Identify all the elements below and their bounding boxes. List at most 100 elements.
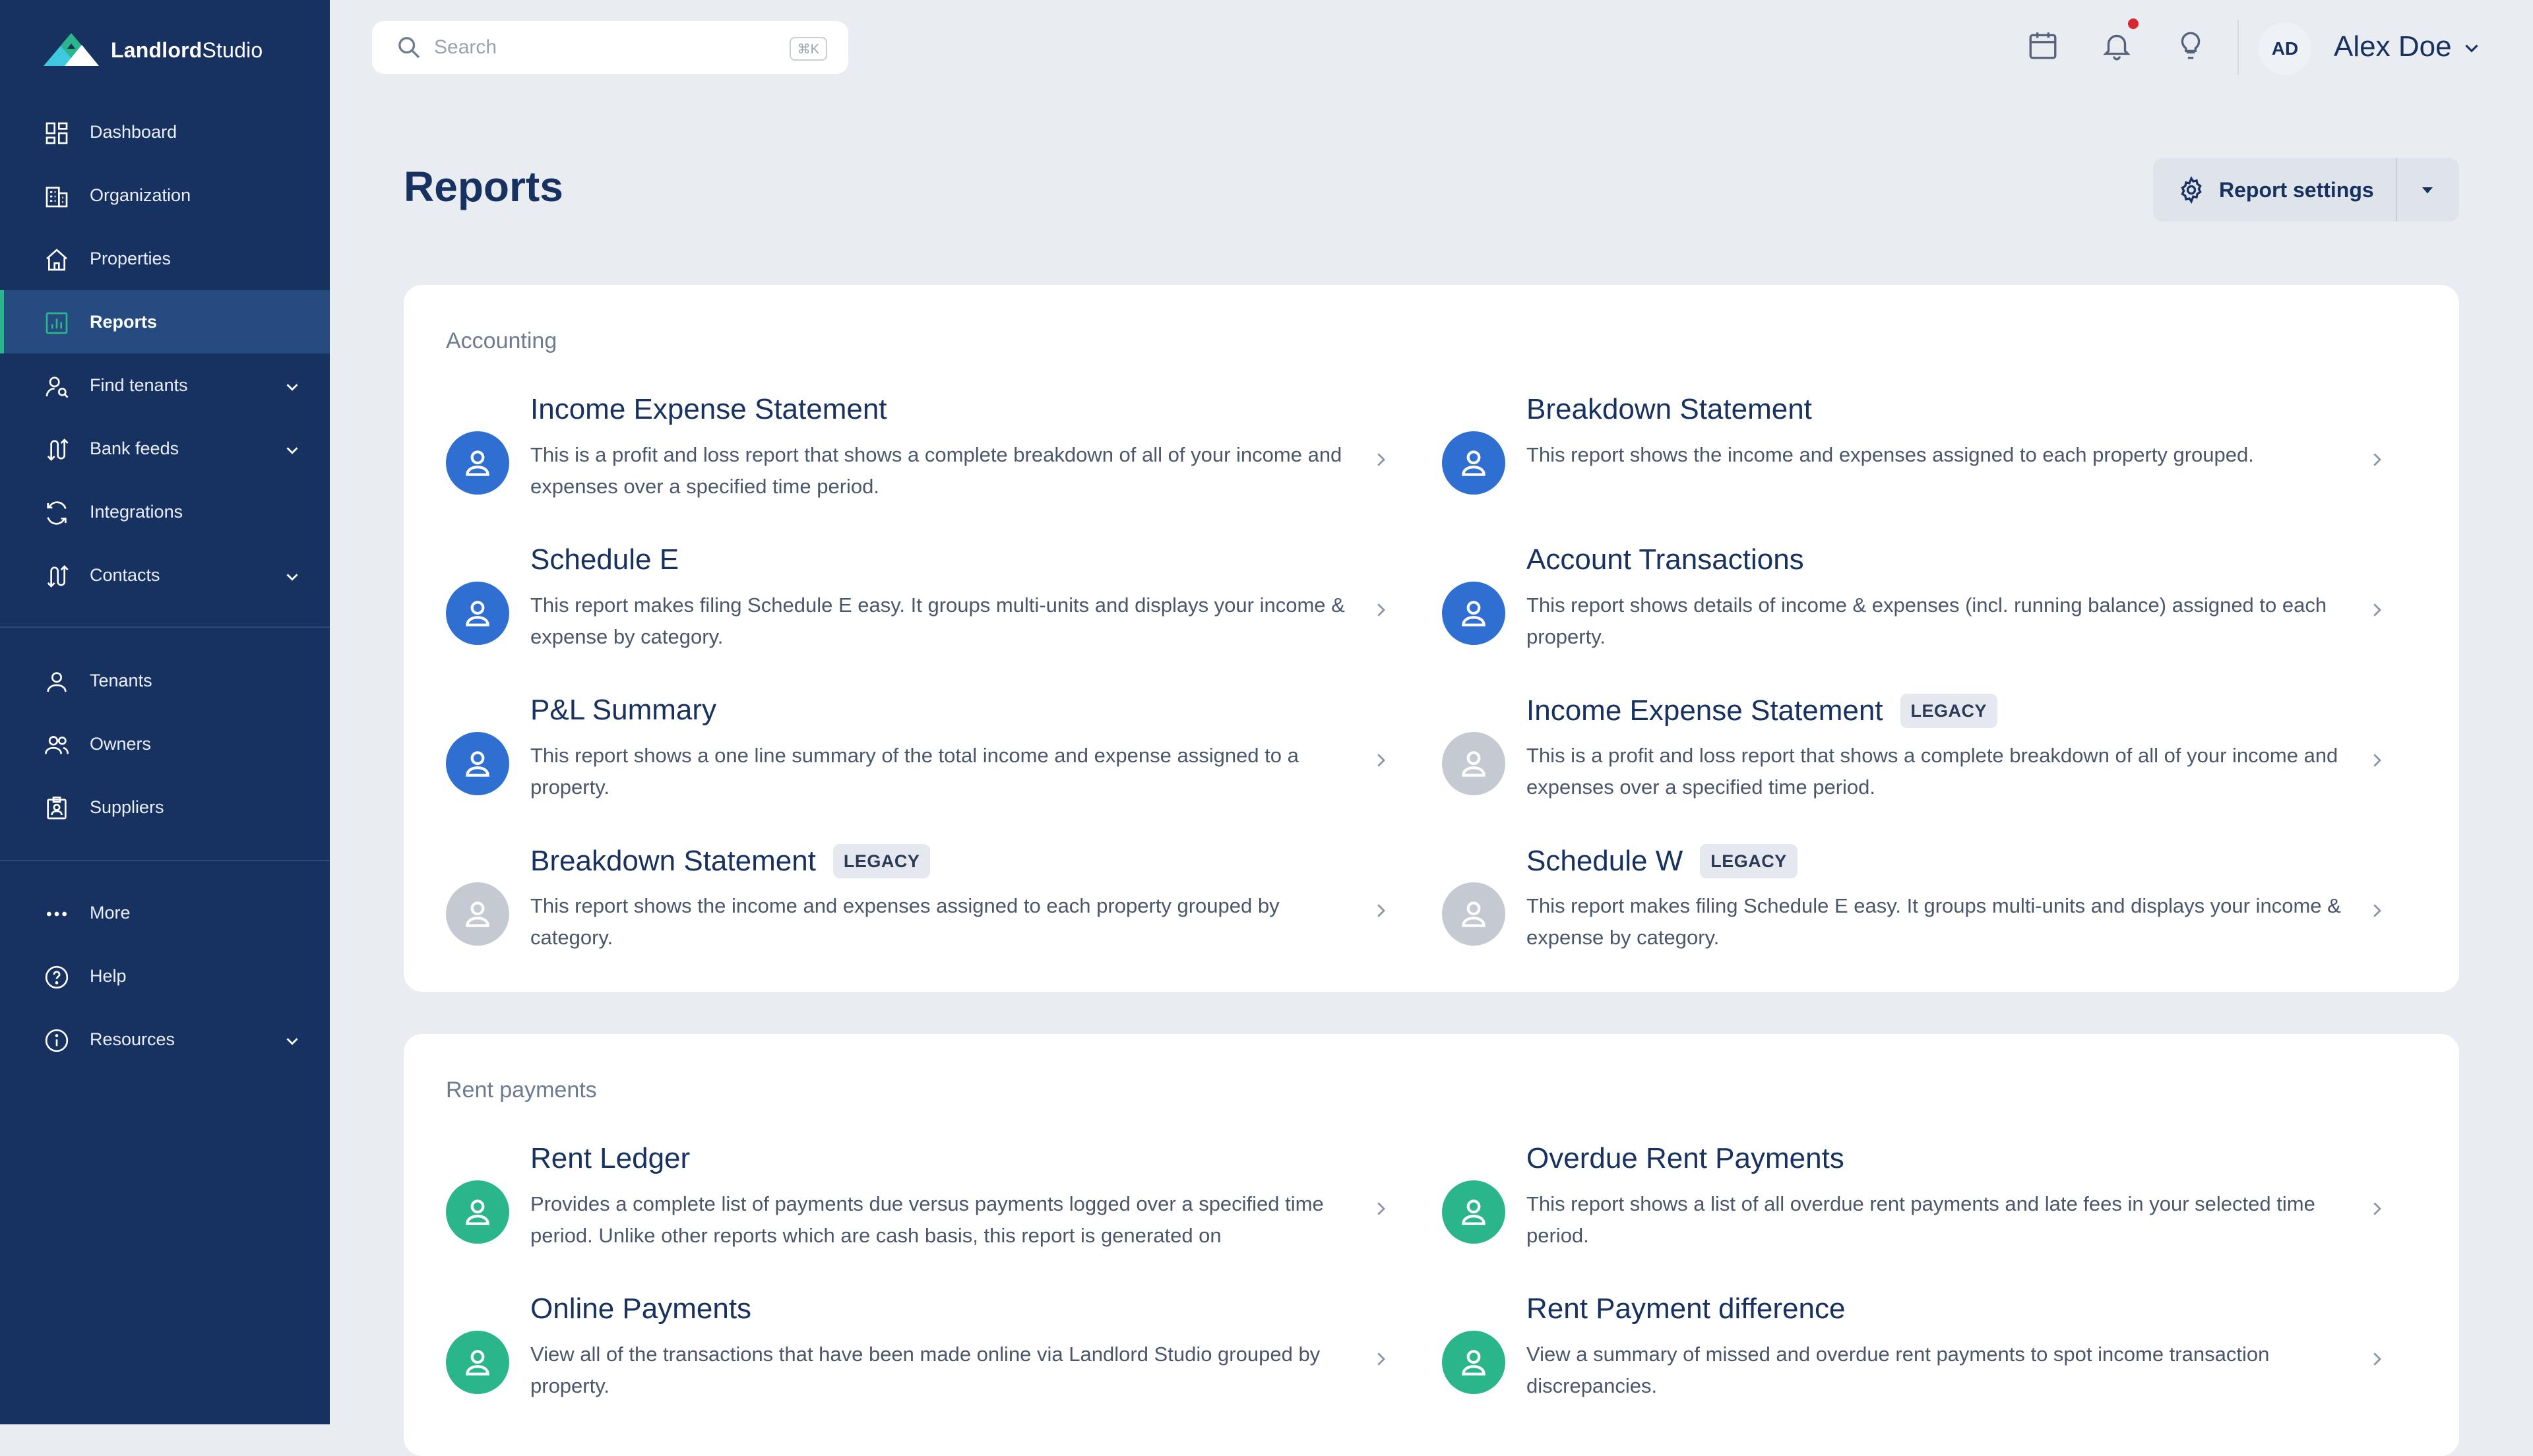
sidebar-item-owners[interactable]: Owners [0,712,330,775]
sidebar-item-properties[interactable]: Properties [0,227,330,290]
bell-icon[interactable] [2100,29,2133,62]
report-title: Online Payments [530,1292,752,1325]
report-settings-label: Report settings [2219,177,2374,202]
user-icon [466,450,489,476]
search-bar[interactable]: Search ⌘K [372,21,848,74]
sidebar-item-suppliers[interactable]: Suppliers [0,775,330,839]
report-title-row: Breakdown Statement [1526,393,1812,426]
report-item[interactable]: Online Payments View all of the transacti… [404,1292,1385,1424]
report-description: This report shows a list of all overdue … [1526,1192,2315,1247]
legacy-badge: LEGACY [832,844,931,878]
page-title: Reports [404,163,563,210]
topbar-divider [2237,20,2239,75]
report-title: Income Expense Statement [530,393,887,425]
chevron-right-icon[interactable] [2367,1199,2387,1219]
sidebar: LandlordStudio Dashboard Organization Pr… [0,0,330,1424]
sidebar-item-help[interactable]: Help [0,944,330,1008]
sidebar-item-label: More [90,902,131,923]
chevron-down-icon[interactable] [2460,37,2483,59]
report-title: Income Expense Statement [1526,694,1883,727]
report-description: This report shows the income and expense… [1526,443,2254,466]
report-item[interactable]: Income Expense Statement LEGACY This is a … [1400,694,2381,826]
report-item[interactable]: Income Expense Statement This is a profit… [404,393,1385,525]
chevron-right-icon[interactable] [1371,1349,1391,1369]
user-icon [1462,1350,1485,1376]
chevron-right-icon[interactable] [1371,1199,1391,1219]
report-item[interactable]: Overdue Rent Payments This report shows a… [1400,1142,2381,1274]
chevron-right-icon[interactable] [2367,1349,2387,1369]
sidebar-divider [0,860,330,861]
sidebar-item-dashboard[interactable]: Dashboard [0,100,330,164]
report-item[interactable]: Breakdown Statement LEGACY This report sho… [404,844,1385,976]
report-icon-circle [446,431,509,495]
report-item[interactable]: Rent Payment difference View a summary of… [1400,1292,2381,1424]
search-input[interactable]: Search [434,36,497,59]
sidebar-item-reports[interactable]: Reports [0,290,330,353]
chevron-right-icon[interactable] [1371,901,1391,921]
caret-down-icon[interactable] [2417,179,2438,200]
chevron-right-icon[interactable] [1371,750,1391,770]
gear-icon [2181,176,2202,204]
report-title: Rent Payment difference [1526,1292,1846,1325]
chevron-right-icon[interactable] [1371,450,1391,470]
people-icon [45,736,69,754]
sidebar-item-more[interactable]: More [0,881,330,944]
report-title: Schedule E [530,543,679,576]
chevron-right-icon[interactable] [2367,750,2387,770]
report-item[interactable]: Breakdown Statement This report shows the… [1400,393,2381,525]
report-description: This is a profit and loss report that sh… [1526,744,2338,799]
chevron-down-icon[interactable] [282,377,302,397]
chevron-right-icon[interactable] [2367,450,2387,470]
brand-logo[interactable]: LandlordStudio [41,29,263,71]
report-description: This report shows a one line summary of … [530,744,1299,799]
user-name[interactable]: Alex Doe [2334,30,2452,63]
chevron-down-icon[interactable] [282,567,302,587]
keyboard-shortcut-hint: ⌘K [789,37,827,61]
user-icon [1462,901,1485,927]
chevron-down-icon[interactable] [282,440,302,460]
button-divider [2396,158,2397,222]
chevron-right-icon[interactable] [2367,901,2387,921]
avatar[interactable]: AD [2259,22,2311,75]
user-icon [466,1350,489,1376]
sidebar-item-bank-feeds[interactable]: Bank feeds [0,417,330,480]
more-icon [47,911,67,917]
user-icon [1462,1199,1485,1225]
lightbulb-icon[interactable] [2174,29,2207,62]
report-item[interactable]: Rent Ledger Provides a complete list of p… [404,1142,1385,1274]
report-item[interactable]: Schedule E This report makes filing Sched… [404,543,1385,675]
sidebar-item-label: Suppliers [90,797,164,817]
sidebar-item-integrations[interactable]: Integrations [0,480,330,543]
legacy-badge: LEGACY [1700,844,1798,878]
sidebar-item-contacts[interactable]: Contacts [0,543,330,607]
report-title-row: P&L Summary [530,694,716,727]
sidebar-item-organization[interactable]: Organization [0,164,330,227]
report-title-row: Online Payments [530,1292,751,1325]
report-title-row: Breakdown Statement LEGACY [530,844,931,878]
chevron-down-icon[interactable] [282,1031,302,1051]
sidebar-divider [0,626,330,628]
calendar-icon[interactable] [2026,29,2059,62]
person-icon [47,672,67,692]
sidebar-footer-nav: More Help Resources [0,881,330,1071]
chevron-right-icon[interactable] [2367,600,2387,620]
report-icon-circle [1442,431,1505,495]
report-item[interactable]: P&L Summary This report shows a one line … [404,694,1385,826]
sidebar-item-label: Bank feeds [90,438,179,458]
user-icon [1462,450,1485,476]
notification-dot [2128,18,2139,29]
sidebar-item-find-tenants[interactable]: Find tenants [0,353,330,417]
sync-icon [47,501,67,525]
sidebar-item-tenants[interactable]: Tenants [0,649,330,712]
sidebar-item-resources[interactable]: Resources [0,1008,330,1071]
report-item[interactable]: Schedule W LEGACY This report makes filing… [1400,844,2381,976]
report-settings-button[interactable]: Report settings [2153,158,2459,222]
report-title: Overdue Rent Payments [1526,1142,1844,1174]
report-item[interactable]: Account Transactions This report shows de… [1400,543,2381,675]
bank-feeds-icon [47,439,69,461]
legacy-badge: LEGACY [1900,694,1998,728]
chevron-right-icon[interactable] [1371,600,1391,620]
sidebar-item-label: Properties [90,248,172,268]
section-title: Accounting [446,328,557,353]
report-icon-circle [446,732,509,795]
